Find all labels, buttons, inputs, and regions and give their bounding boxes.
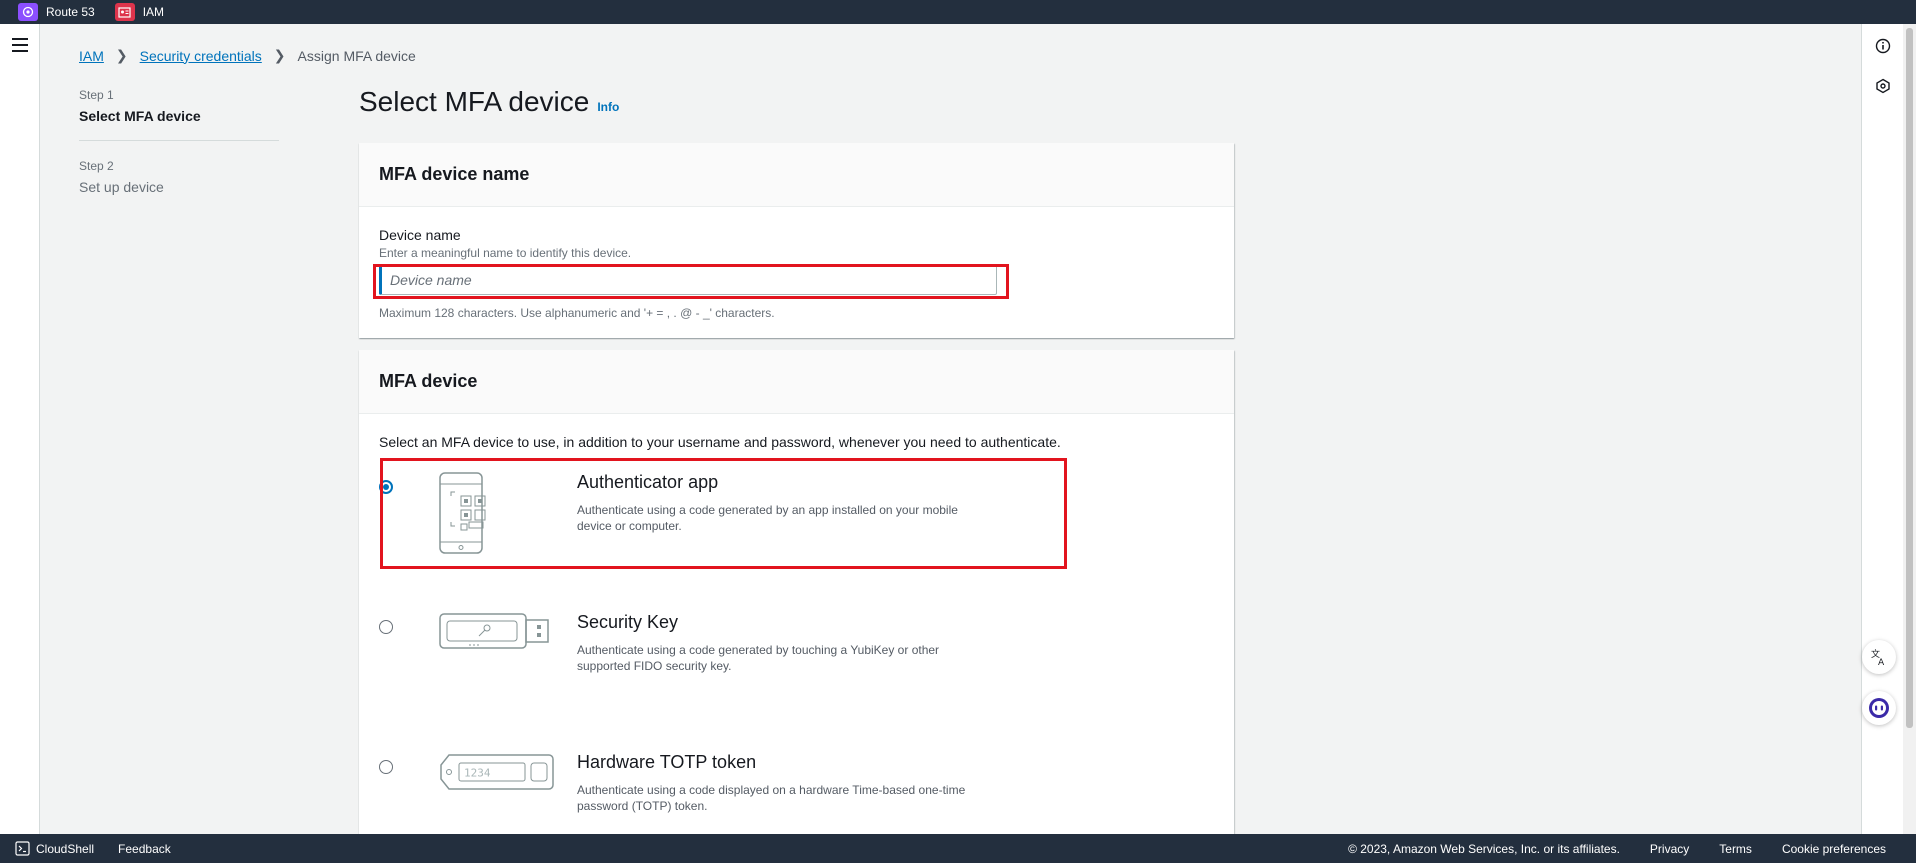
step-1-label: Step 1 xyxy=(79,88,114,102)
usb-key-icon xyxy=(439,613,549,649)
device-name-label: Device name xyxy=(379,227,461,243)
top-navigation-bar: Route 53 IAM xyxy=(0,0,1916,24)
footer-links: © 2023, Amazon Web Services, Inc. or its… xyxy=(1348,834,1886,863)
mfa-device-panel: MFA device Select an MFA device to use, … xyxy=(359,350,1234,834)
cookie-preferences-link[interactable]: Cookie preferences xyxy=(1782,842,1886,856)
step-1-title: Select MFA device xyxy=(79,108,201,124)
totp-token-icon: 1234 xyxy=(440,754,554,790)
security-key-illustration xyxy=(439,612,551,657)
wizard-steps: Step 1 Select MFA device Step 2 Set up d… xyxy=(79,88,279,195)
left-nav-rail xyxy=(0,24,40,834)
breadcrumb-current: Assign MFA device xyxy=(297,47,416,64)
radio-security-key[interactable] xyxy=(379,620,393,634)
svg-text:A: A xyxy=(1878,658,1885,666)
bottom-bar: CloudShell Feedback © 2023, Amazon Web S… xyxy=(0,834,1916,863)
step-divider xyxy=(79,140,279,141)
page-header: Select MFA device Info xyxy=(359,86,619,118)
option-title-security-key: Security Key xyxy=(577,612,679,632)
token-digits: 1234 xyxy=(464,767,491,780)
panel-header: MFA device xyxy=(359,350,1234,414)
chevron-right-icon: ❯ xyxy=(273,47,286,63)
option-desc-security-key: Authenticate using a code generated by t… xyxy=(577,643,940,673)
translate-button[interactable]: 文A xyxy=(1862,640,1896,674)
assistant-button[interactable] xyxy=(1862,691,1896,725)
favorite-route53[interactable]: Route 53 xyxy=(18,3,95,21)
device-name-panel: MFA device name Device name Enter a mean… xyxy=(359,143,1234,338)
feedback-link[interactable]: Feedback xyxy=(118,842,171,856)
breadcrumb: IAM ❯ Security credentials ❯ Assign MFA … xyxy=(79,47,416,64)
iam-icon xyxy=(114,3,135,21)
panel-title: MFA device xyxy=(379,371,478,391)
option-title-authenticator-app: Authenticator app xyxy=(577,472,719,492)
info-link[interactable]: Info xyxy=(597,100,619,114)
panel-title: MFA device name xyxy=(379,164,530,184)
cloudshell-label: CloudShell xyxy=(36,841,95,856)
device-name-description: Enter a meaningful name to identify this… xyxy=(379,246,632,260)
radio-hardware-totp-token[interactable] xyxy=(379,760,393,774)
page-title: Select MFA device xyxy=(359,86,590,117)
privacy-link[interactable]: Privacy xyxy=(1650,842,1689,856)
info-icon[interactable] xyxy=(1875,38,1891,54)
option-desc-hardware-totp-token: Authenticate using a code displayed on a… xyxy=(577,783,966,813)
favorite-iam[interactable]: IAM xyxy=(114,3,165,21)
breadcrumb-link-iam[interactable]: IAM xyxy=(79,48,104,64)
phone-qr-icon xyxy=(439,472,486,554)
radio-authenticator-app[interactable] xyxy=(379,480,393,494)
copyright-text: © 2023, Amazon Web Services, Inc. or its… xyxy=(1348,841,1620,856)
step-2-label: Step 2 xyxy=(79,159,114,173)
chevron-right-icon: ❯ xyxy=(115,47,128,63)
route53-icon xyxy=(18,3,38,21)
terms-link[interactable]: Terms xyxy=(1719,842,1752,856)
assistant-icon xyxy=(1869,698,1889,718)
device-name-constraint: Maximum 128 characters. Use alphanumeric… xyxy=(379,306,775,320)
settings-hex-icon[interactable] xyxy=(1875,78,1891,94)
favorite-label: IAM xyxy=(142,5,165,19)
favorite-label: Route 53 xyxy=(46,5,95,19)
mfa-device-intro: Select an MFA device to use, in addition… xyxy=(379,434,1061,450)
authenticator-app-illustration xyxy=(439,472,503,559)
menu-icon[interactable] xyxy=(12,38,28,52)
option-desc-authenticator-app: Authenticate using a code generated by a… xyxy=(577,503,958,533)
hardware-token-illustration: 1234 xyxy=(439,752,555,797)
option-title-hardware-totp-token: Hardware TOTP token xyxy=(577,752,757,772)
translate-icon: 文A xyxy=(1871,648,1885,666)
terminal-icon xyxy=(15,841,30,856)
device-name-input[interactable] xyxy=(379,265,997,295)
scrollbar-thumb[interactable] xyxy=(1906,28,1913,728)
panel-header: MFA device name xyxy=(359,143,1234,207)
cloudshell-button[interactable]: CloudShell xyxy=(15,841,94,856)
step-2-title: Set up device xyxy=(79,179,164,195)
breadcrumb-link-security-credentials[interactable]: Security credentials xyxy=(140,48,262,64)
